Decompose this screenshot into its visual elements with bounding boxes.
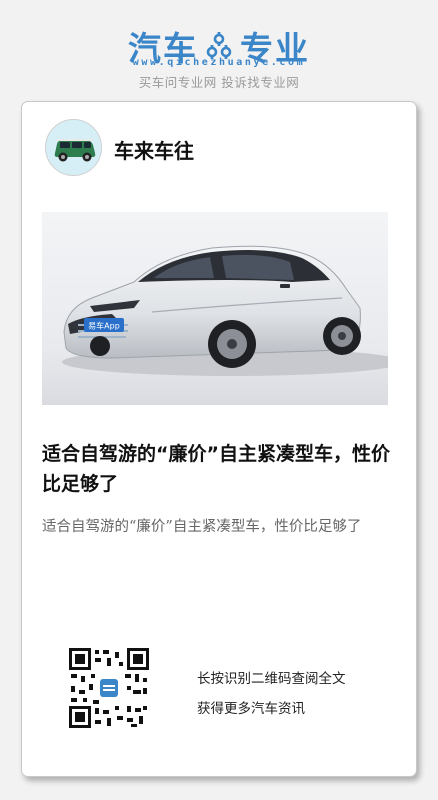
plate-text: 易车App bbox=[88, 321, 120, 331]
logo-url: www.qichezhuanye.com bbox=[132, 57, 306, 68]
logo-tagline: 买车问专业网 投诉找专业网 bbox=[138, 75, 300, 90]
white-sedan-photo-icon: 易车App bbox=[42, 212, 388, 405]
site-header: 汽车 专业 www.qichezhuanye.com 买车问专业网 投诉找专业网 bbox=[0, 0, 438, 100]
qr-caption-line1: 长按识别二维码查阅全文 bbox=[197, 671, 346, 687]
qr-caption: 长按识别二维码查阅全文 获得更多汽车资讯 bbox=[197, 664, 346, 724]
article-hero-image[interactable]: 易车App bbox=[42, 212, 388, 405]
author-avatar[interactable] bbox=[45, 119, 102, 176]
author-name[interactable]: 车来车往 bbox=[114, 135, 194, 164]
article-title[interactable]: 适合自驾游的“廉价”自主紧凑型车，性价比足够了 bbox=[42, 439, 398, 499]
qr-caption-line2: 获得更多汽车资讯 bbox=[197, 701, 305, 717]
article-share-card[interactable]: 车来车往 易车App 适合自驾游的“廉价”自主紧凑型车，性价比足够了 适合自驾游… bbox=[21, 101, 417, 777]
green-car-avatar-icon bbox=[46, 120, 101, 175]
article-summary: 适合自驾游的“廉价”自主紧凑型车，性价比足够了 bbox=[42, 519, 362, 535]
qr-code-icon[interactable] bbox=[69, 648, 149, 728]
